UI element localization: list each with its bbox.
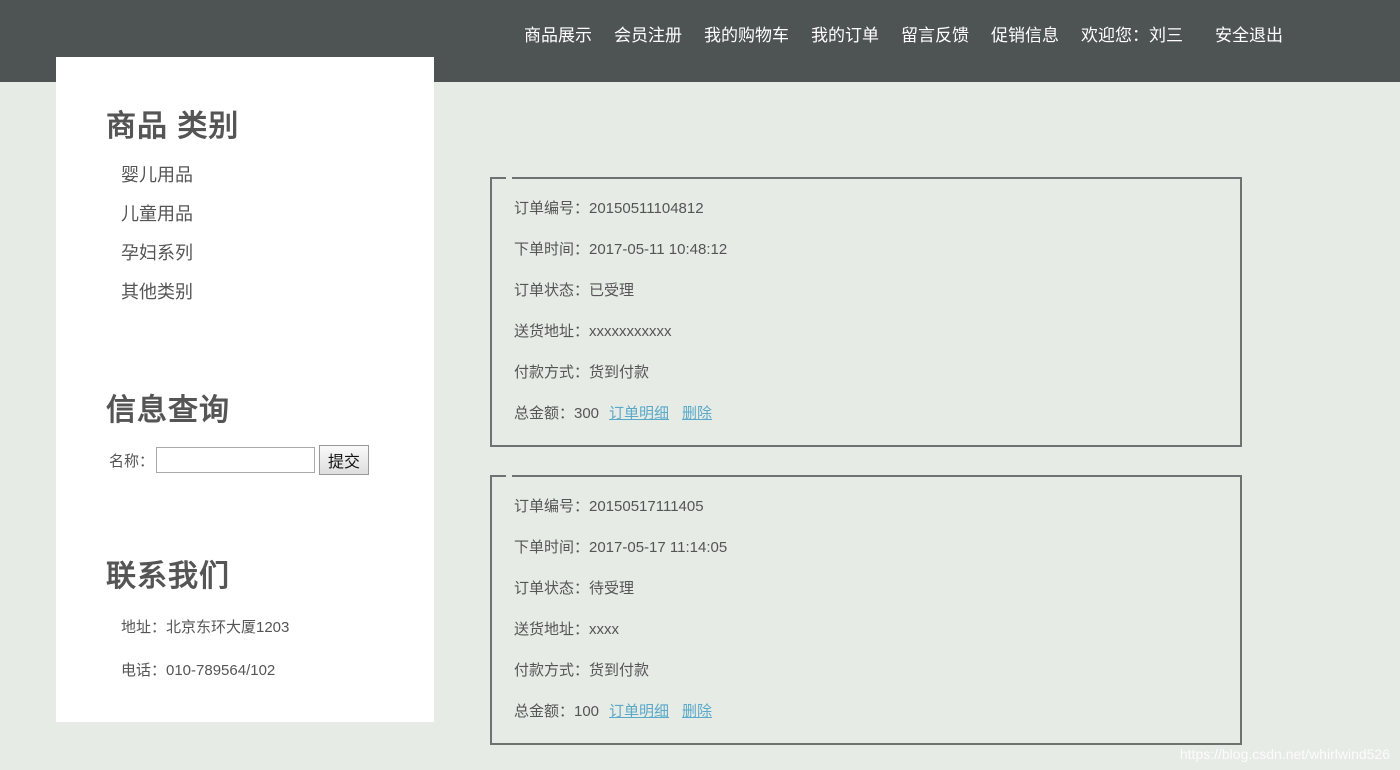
nav-feedback[interactable]: 留言反馈 bbox=[901, 21, 969, 46]
main-nav: 商品展示 会员注册 我的购物车 我的订单 留言反馈 促销信息 欢迎您：刘三 安全… bbox=[524, 21, 1283, 45]
order-card: 订单编号：20150517111405 下单时间：2017-05-17 11:1… bbox=[490, 474, 1242, 745]
order-time: 下单时间：2017-05-11 10:48:12 bbox=[514, 241, 728, 258]
order-total-row: 总金额：300 订单明细 删除 bbox=[514, 404, 712, 424]
search-form: 名称： 提交 bbox=[109, 445, 370, 475]
order-address: 送货地址：xxxx bbox=[514, 621, 620, 638]
search-label: 名称： bbox=[109, 452, 155, 470]
category-item-maternity[interactable]: 孕妇系列 bbox=[121, 239, 193, 278]
nav-my-orders[interactable]: 我的订单 bbox=[811, 21, 879, 46]
contact-title: 联系我们 bbox=[106, 560, 230, 593]
contact-phone: 电话：010-789564/102 bbox=[121, 662, 276, 679]
contact-address: 地址：北京东环大厦1203 bbox=[121, 619, 290, 636]
order-detail-link[interactable]: 订单明细 bbox=[609, 703, 669, 720]
search-input[interactable] bbox=[156, 447, 316, 473]
order-payment: 付款方式：货到付款 bbox=[514, 364, 650, 381]
welcome-text: 欢迎您：刘三 bbox=[1081, 25, 1183, 45]
order-payment: 付款方式：货到付款 bbox=[514, 662, 650, 679]
search-title: 信息查询 bbox=[106, 394, 230, 427]
order-detail-link[interactable]: 订单明细 bbox=[609, 405, 669, 422]
order-address: 送货地址：xxxxxxxxxxx bbox=[514, 323, 672, 340]
order-number: 订单编号：20150517111405 bbox=[514, 498, 704, 515]
watermark: https://blog.csdn.net/whirlwind526 bbox=[1179, 746, 1390, 762]
sidebar: 商品 类别 婴儿用品 儿童用品 孕妇系列 其他类别 信息查询 名称： 提交 联系… bbox=[56, 57, 434, 722]
category-list: 婴儿用品 儿童用品 孕妇系列 其他类别 bbox=[121, 161, 193, 317]
order-total-row: 总金额：100 订单明细 删除 bbox=[514, 702, 712, 722]
nav-cart[interactable]: 我的购物车 bbox=[704, 21, 789, 46]
logout-link[interactable]: 安全退出 bbox=[1215, 21, 1283, 46]
nav-products[interactable]: 商品展示 bbox=[524, 21, 592, 46]
order-number: 订单编号：20150511104812 bbox=[514, 200, 704, 217]
submit-button[interactable]: 提交 bbox=[319, 445, 370, 475]
order-total: 总金额：100 bbox=[514, 703, 600, 720]
category-item-other[interactable]: 其他类别 bbox=[121, 278, 193, 317]
nav-register[interactable]: 会员注册 bbox=[614, 21, 682, 46]
category-item-baby[interactable]: 婴儿用品 bbox=[121, 161, 193, 200]
order-card: 订单编号：20150511104812 下单时间：2017-05-11 10:4… bbox=[490, 176, 1242, 447]
order-status: 订单状态：已受理 bbox=[514, 282, 635, 299]
order-delete-link[interactable]: 删除 bbox=[682, 405, 712, 422]
order-total: 总金额：300 bbox=[514, 405, 600, 422]
order-status: 订单状态：待受理 bbox=[514, 580, 635, 597]
order-delete-link[interactable]: 删除 bbox=[682, 703, 712, 720]
nav-promotions[interactable]: 促销信息 bbox=[991, 21, 1059, 46]
order-time: 下单时间：2017-05-17 11:14:05 bbox=[514, 539, 728, 556]
category-item-children[interactable]: 儿童用品 bbox=[121, 200, 193, 239]
categories-title: 商品 类别 bbox=[106, 110, 240, 143]
